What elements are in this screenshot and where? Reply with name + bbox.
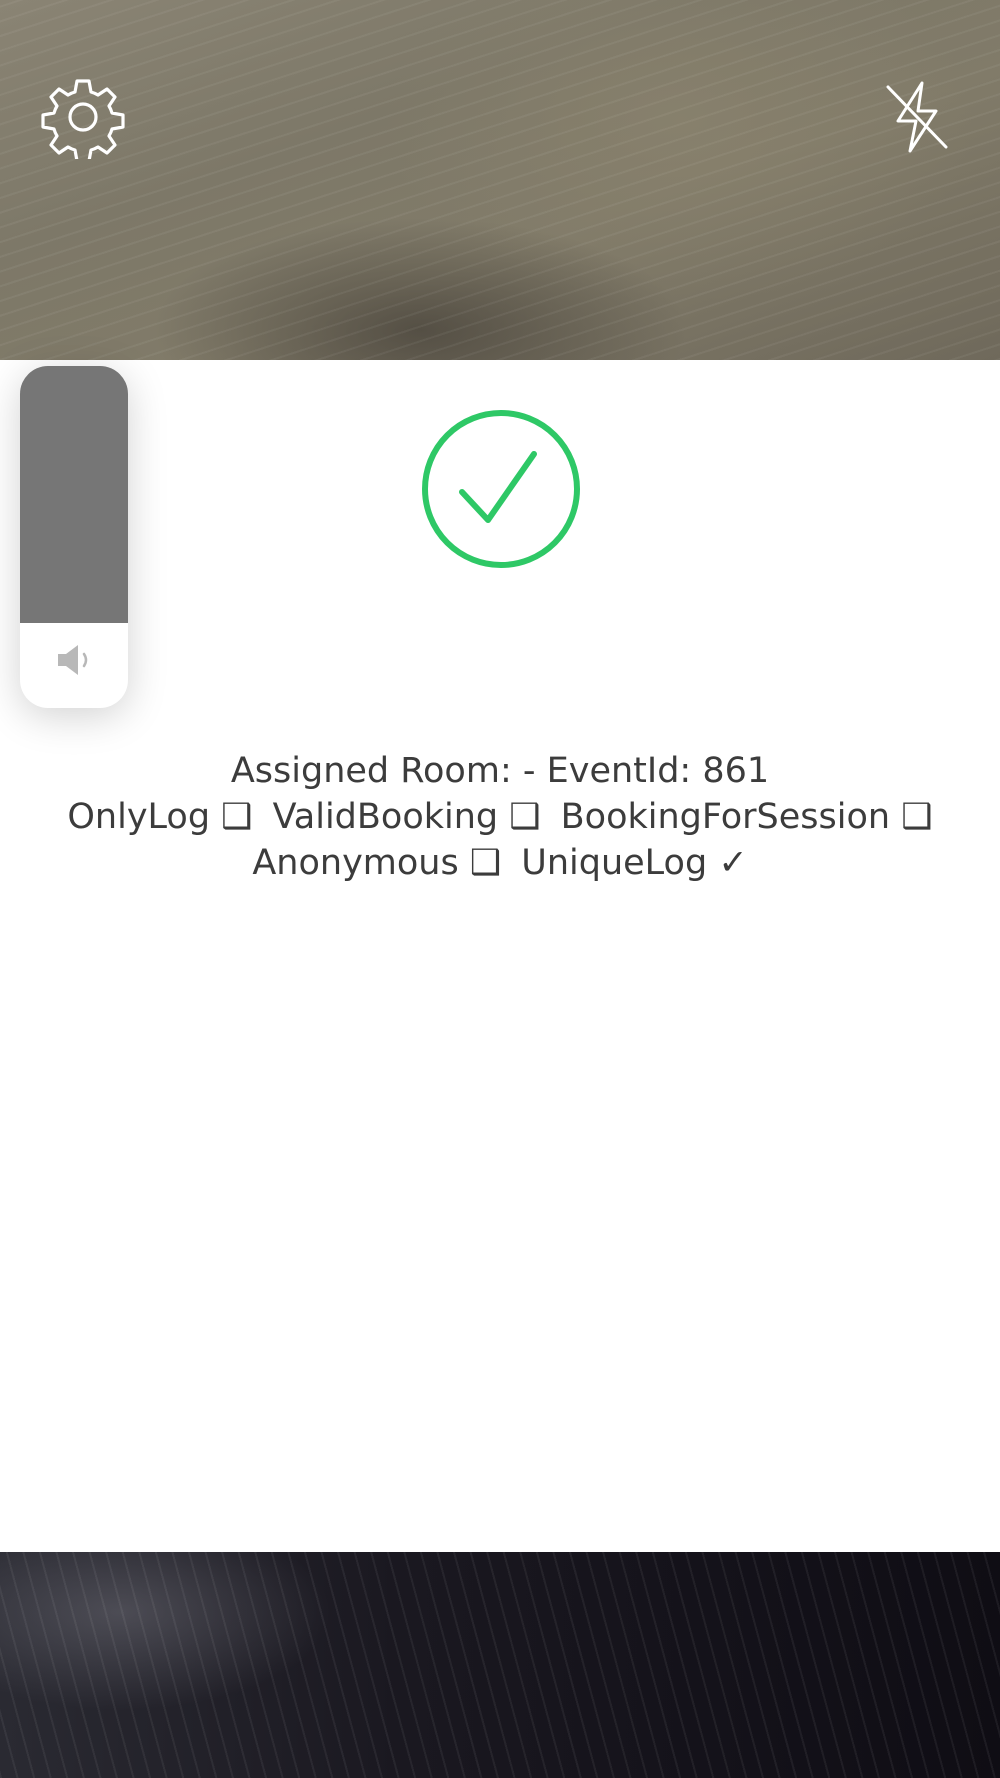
flags-line-2: Anonymous ❑ UniqueLog ✓: [0, 840, 1000, 886]
flags-line-1: OnlyLog ❑ ValidBooking ❑ BookingForSession…: [0, 794, 1000, 840]
flash-toggle-button[interactable]: [872, 72, 962, 162]
gear-icon: [41, 79, 125, 159]
flag-only-log: OnlyLog ❑: [67, 797, 253, 837]
volume-indicator: [20, 366, 128, 708]
camera-preview-bottom: [0, 1552, 1000, 1778]
volume-level-fill: [20, 366, 128, 623]
camera-preview-top: [0, 0, 1000, 360]
flag-booking-for-session: BookingForSession ❑: [560, 797, 933, 837]
scan-info: Assigned Room: - EventId: 861 OnlyLog ❑ V…: [0, 748, 1000, 886]
settings-button[interactable]: [38, 72, 128, 162]
assigned-room-text: Assigned Room: - EventId: 861: [230, 751, 770, 791]
flag-unique-log: UniqueLog ✓: [521, 843, 748, 883]
flag-valid-booking: ValidBooking ❑: [272, 797, 541, 837]
flag-anonymous: Anonymous ❑: [252, 843, 502, 883]
success-indicator: [420, 408, 582, 570]
speaker-icon: [58, 645, 88, 675]
flash-off-icon: [886, 81, 948, 153]
check-circle-icon: [422, 410, 580, 568]
scanner-screen: Assigned Room: - EventId: 861 OnlyLog ❑ V…: [0, 0, 1000, 1778]
